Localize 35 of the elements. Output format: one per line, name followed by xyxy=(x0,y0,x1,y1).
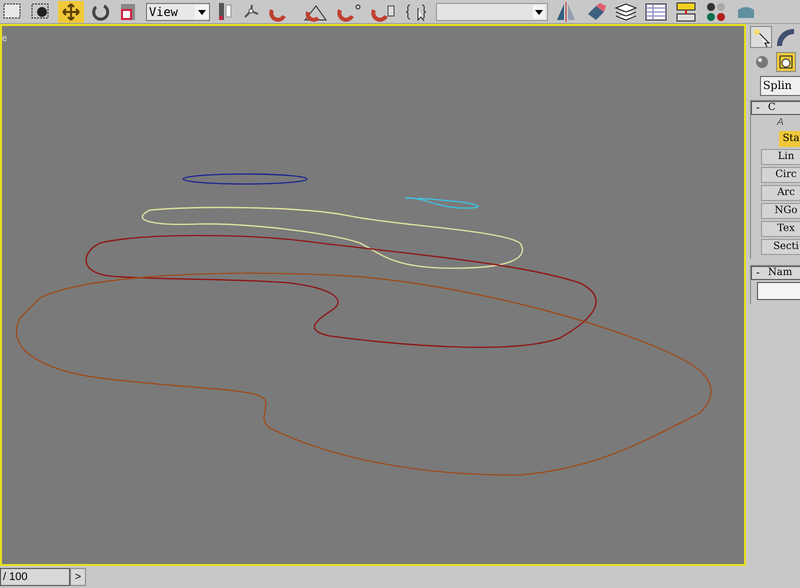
curve-editor-icon[interactable] xyxy=(644,2,668,22)
dropdown-value: View xyxy=(149,4,178,20)
create-tab-icon[interactable] xyxy=(750,26,772,48)
pivot-icon[interactable] xyxy=(216,2,234,22)
sphere-icon xyxy=(755,55,769,69)
name-field[interactable] xyxy=(757,282,800,300)
schematic-icon[interactable] xyxy=(674,2,698,22)
mirror-icon[interactable] xyxy=(554,2,578,22)
viewport-label: e xyxy=(2,32,8,45)
rollout-title: Nam xyxy=(768,267,792,279)
shape-type-button[interactable]: NGo xyxy=(761,203,800,219)
shape-type-button[interactable]: Arc xyxy=(761,185,800,201)
view-dropdown[interactable]: View xyxy=(146,2,210,20)
shape-type-button[interactable]: Secti xyxy=(761,239,800,255)
layers-icon[interactable] xyxy=(614,2,638,22)
shapes-icon xyxy=(779,55,793,69)
shape-type-button[interactable]: Lin xyxy=(761,149,800,165)
material-editor-icon[interactable] xyxy=(704,2,728,22)
shape-type-button[interactable]: Sta xyxy=(779,131,800,147)
rotate-icon[interactable] xyxy=(90,2,112,22)
rollout-header[interactable]: - Nam xyxy=(751,266,800,280)
shape-type-button[interactable]: Tex xyxy=(761,221,800,237)
named-selection-field[interactable] xyxy=(436,2,548,20)
shapes-category-button[interactable] xyxy=(776,52,796,72)
type-dropdown[interactable]: Splin xyxy=(760,76,800,96)
auto-grid-label: A xyxy=(776,117,784,129)
move-icon[interactable] xyxy=(58,0,84,22)
collapse-toggle[interactable]: - xyxy=(752,267,768,279)
rollout-title: C xyxy=(768,102,776,114)
modify-tab-icon[interactable] xyxy=(774,26,796,48)
collapse-toggle[interactable]: - xyxy=(752,102,768,114)
rollout-header[interactable]: - C xyxy=(751,101,800,115)
frame-counter-field[interactable]: / 100 xyxy=(0,568,70,586)
next-frame-button[interactable]: > xyxy=(70,568,86,586)
shape-type-button[interactable]: Circ xyxy=(761,167,800,183)
